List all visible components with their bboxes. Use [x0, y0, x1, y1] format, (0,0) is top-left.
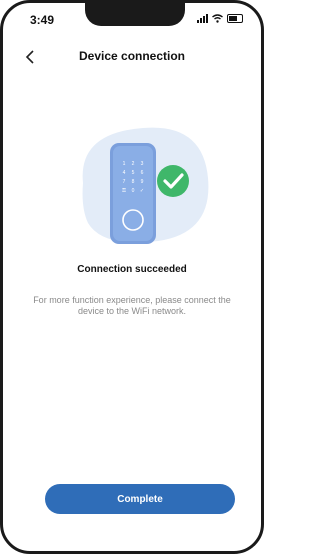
keypad-key: 1: [123, 161, 126, 167]
keypad-key: 5: [132, 170, 135, 176]
complete-button[interactable]: Complete: [45, 484, 235, 514]
wifi-hint: For more function experience, please con…: [33, 295, 231, 316]
status-time: 3:49: [30, 13, 55, 27]
success-badge: [157, 165, 189, 197]
keypad-key: 0: [132, 188, 135, 194]
keypad-key: 4: [123, 170, 126, 176]
keypad-key: 8: [132, 179, 135, 185]
keypad-key: ⚿: [122, 188, 126, 194]
keypad-key: 3: [141, 161, 144, 167]
status-bar: 3:49: [3, 3, 261, 33]
signal-icon: [197, 14, 208, 23]
keypad-key: 7: [123, 179, 126, 185]
lock-connected-illustration: 1 2 3 4 5 6 7 8 9 ⚿ 0 ✓: [82, 127, 209, 244]
phone-frame: 3:49 Device connection 1 2 3 4 5 6 7 8 9 ⚿ 0 ✓: [0, 0, 264, 554]
keypad-key: 9: [141, 179, 144, 185]
nav-bar: Device connection: [3, 43, 261, 73]
keypad-key: 2: [132, 161, 135, 167]
battery-icon: [227, 14, 243, 23]
keypad-key: 6: [141, 170, 144, 176]
page-title: Device connection: [78, 49, 186, 63]
keypad-key: ✓: [140, 188, 144, 194]
wifi-icon: [212, 14, 223, 23]
success-message: Connection succeeded: [77, 264, 187, 275]
status-icons: [197, 14, 243, 23]
